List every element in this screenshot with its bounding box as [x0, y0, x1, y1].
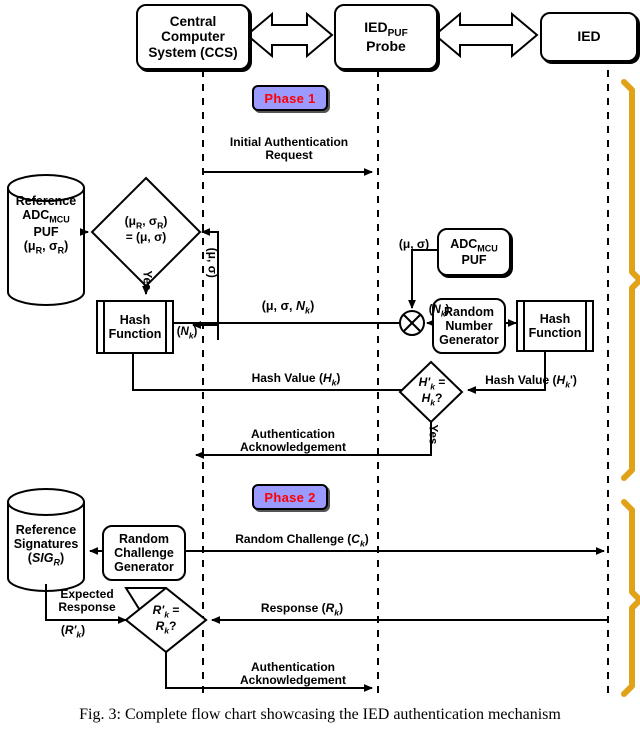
- phase-1-badge[interactable]: Phase 1: [252, 85, 328, 111]
- edge-label-hash-value-hk: Hash Value (Hk): [251, 371, 341, 388]
- edge-mu-sigma-from-puf: [408, 249, 437, 309]
- figure-canvas: Central Computer System (CCS) IEDPUF Probe …: [0, 0, 640, 730]
- actor-box-ccs[interactable]: Central Computer System (CCS): [136, 4, 250, 70]
- edge-label-expected-response: Expected Response: [58, 587, 116, 615]
- edge-label-expected-response-value: (R'k): [60, 623, 86, 640]
- adc-mcu-puf-label: ADCMCU PUF: [450, 236, 498, 268]
- actor-box-ied[interactable]: IED: [540, 12, 638, 62]
- random-challenge-generator-box[interactable]: Random Challenge Generator: [102, 525, 186, 581]
- edge-label-nk-from-rng: (Nk): [428, 304, 450, 319]
- compare-hash-label: H'k = Hk?: [418, 375, 446, 408]
- edge-label-nk-to-hash-ccs: (Nk): [176, 326, 198, 341]
- actor-label-ied: IED: [577, 28, 601, 45]
- reference-signatures-label: Reference Signatures (SIGR): [13, 523, 79, 568]
- edge-label-auth-ack-1: Authentication Acknowledgement: [239, 427, 347, 455]
- edge-label-random-challenge: Random Challenge (Ck): [235, 532, 369, 549]
- phase-2-badge-label: Phase 2: [264, 489, 316, 505]
- actor-label-ccs: Central Computer System (CCS): [148, 14, 238, 60]
- edge-label-auth-ack-2: Authentication Acknowledgement: [239, 660, 347, 688]
- actor-label-probe: IEDPUF Probe: [364, 18, 408, 54]
- edge-label-yes-compare-hash: Yes: [426, 424, 439, 445]
- compare-mu-sigma-label: (μR, σR) = (μ, σ): [124, 214, 168, 245]
- adc-mcu-puf-box[interactable]: ADCMCU PUF: [437, 228, 511, 276]
- edge-label-mu-sigma-nk: (μ, σ, Nk): [261, 299, 315, 316]
- actor-box-probe[interactable]: IEDPUF Probe: [334, 4, 438, 70]
- brace-phase-1: [621, 79, 640, 481]
- compare-response-label: R'k = Rk?: [152, 603, 180, 636]
- edge-label-mu-sigma-from-puf: (μ, σ): [398, 237, 430, 251]
- brace-phase-2: [621, 499, 640, 697]
- hash-function-ccs[interactable]: Hash Function: [96, 300, 174, 354]
- figure-caption: Fig. 3: Complete flow chart showcasing t…: [79, 706, 561, 723]
- hash-function-probe-label: Hash Function: [528, 312, 582, 340]
- edge-label-mu-sigma-return: (μ, σ): [205, 247, 220, 278]
- edge-label-yes-compare-mu: Yes: [140, 270, 153, 291]
- edge-label-response-rk: Response (Rk): [260, 601, 344, 618]
- edge-label-initial-auth-request: Initial Authentication Request: [229, 135, 349, 163]
- hash-function-ccs-label: Hash Function: [108, 313, 162, 341]
- xor-combiner-shape: [399, 310, 425, 336]
- edge-label-hash-value-hk-prime: Hash Value (Hk'): [485, 373, 577, 390]
- phase-1-badge-label: Phase 1: [264, 90, 316, 106]
- reference-adc-puf-label: Reference ADCMCU PUF (μR, σR): [15, 194, 77, 256]
- random-challenge-generator-label: Random Challenge Generator: [114, 532, 174, 574]
- phase-2-badge[interactable]: Phase 2: [252, 484, 328, 510]
- hash-function-probe[interactable]: Hash Function: [516, 300, 594, 352]
